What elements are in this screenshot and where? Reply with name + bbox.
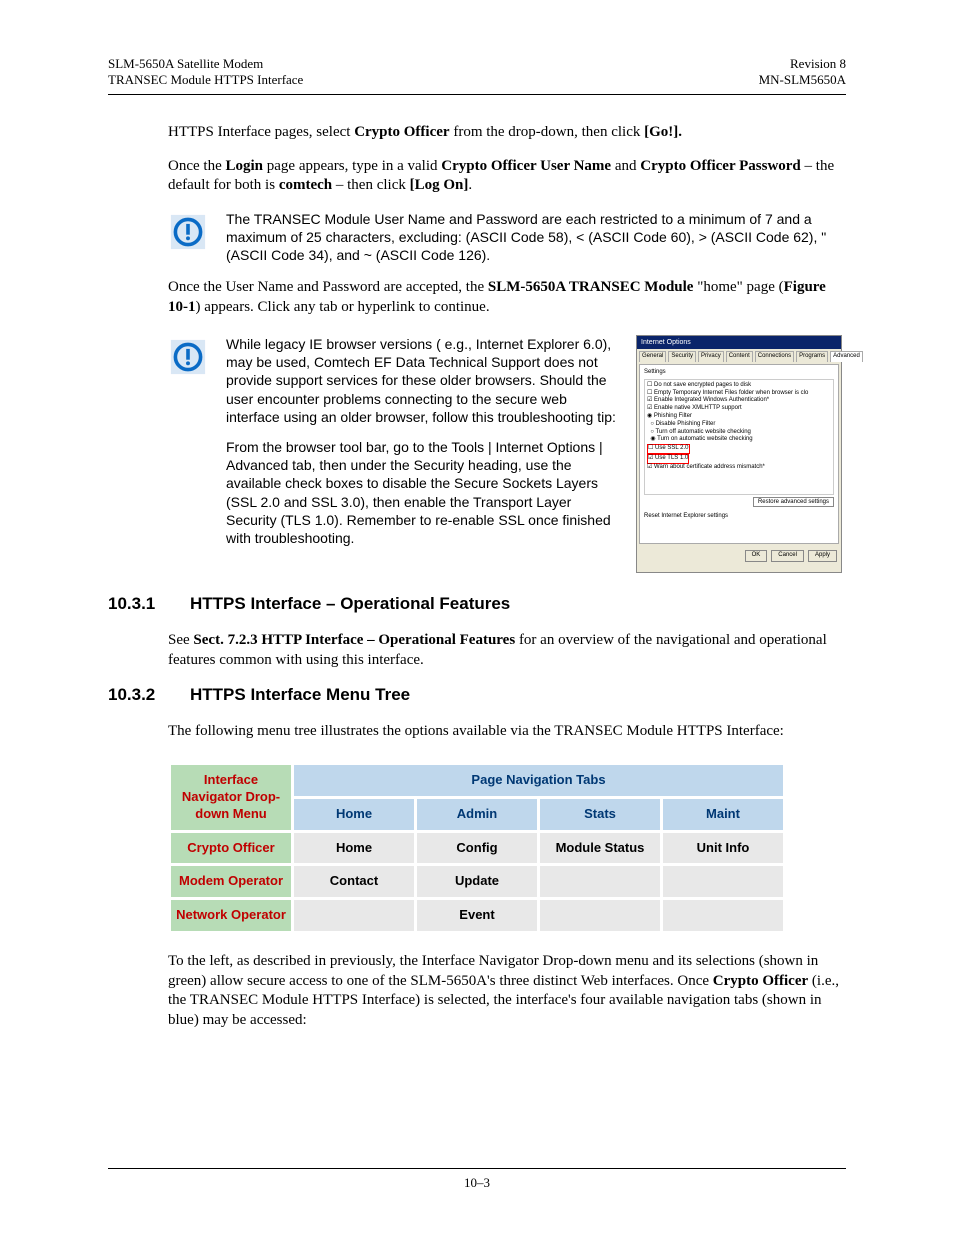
note-2b: From the browser tool bar, go to the Too… <box>226 438 618 547</box>
important-icon <box>168 212 208 252</box>
page-cell <box>293 899 416 933</box>
note-1: The TRANSEC Module User Name and Passwor… <box>168 210 846 265</box>
tab-col: Admin <box>416 797 539 831</box>
nav-item: Network Operator <box>170 899 293 933</box>
dialog-title: Internet Options <box>637 336 841 349</box>
nav-item: Modem Operator <box>170 865 293 899</box>
header-rule <box>108 94 846 95</box>
note-1-text: The TRANSEC Module User Name and Passwor… <box>226 210 846 265</box>
page-cell <box>662 899 785 933</box>
dialog-settings-pane: Settings ☐ Do not save encrypted pages t… <box>639 364 839 544</box>
dialog-tabs: General Security Privacy Content Connect… <box>637 349 841 362</box>
page-cell <box>539 865 662 899</box>
section-10-3-1-body: See Sect. 7.2.3 HTTP Interface – Operati… <box>168 631 846 670</box>
page-number: 10–3 <box>464 1175 490 1190</box>
intro-p2: Once the Login page appears, type in a v… <box>168 157 846 196</box>
section-10-3-2-body: The following menu tree illustrates the … <box>168 722 846 742</box>
page-cell: Update <box>416 865 539 899</box>
page-cell: Module Status <box>539 831 662 865</box>
nav-header: Interface Navigator Drop-down Menu <box>170 763 293 831</box>
page-cell: Home <box>293 831 416 865</box>
page-cell <box>539 899 662 933</box>
internet-options-dialog-thumbnail: Internet Options General Security Privac… <box>636 335 842 573</box>
page-cell: Contact <box>293 865 416 899</box>
note-2-block: While legacy IE browser versions ( e.g.,… <box>168 335 846 573</box>
page-header: SLM-5650A Satellite Modem TRANSEC Module… <box>108 56 846 88</box>
doc-subtitle: TRANSEC Module HTTPS Interface <box>108 72 303 88</box>
page-cell: Unit Info <box>662 831 785 865</box>
doc-title: SLM-5650A Satellite Modem <box>108 56 303 72</box>
page-footer: 10–3 <box>108 1168 846 1191</box>
doc-number: MN-SLM5650A <box>759 72 846 88</box>
important-icon <box>168 337 208 377</box>
section-10-3-2-heading: 10.3.2HTTPS Interface Menu Tree <box>108 684 846 706</box>
tab-col: Maint <box>662 797 785 831</box>
nav-item: Crypto Officer <box>170 831 293 865</box>
intro-p3: Once the User Name and Password are acce… <box>168 278 846 317</box>
menu-tree-table: Interface Navigator Drop-down Menu Page … <box>168 762 786 934</box>
closing-paragraph: To the left, as described in previously,… <box>168 952 846 1030</box>
tabs-header: Page Navigation Tabs <box>293 763 785 797</box>
page-cell <box>662 865 785 899</box>
page-cell: Event <box>416 899 539 933</box>
doc-revision: Revision 8 <box>759 56 846 72</box>
tab-col: Home <box>293 797 416 831</box>
intro-p1: HTTPS Interface pages, select Crypto Off… <box>168 123 846 143</box>
dialog-buttons: OK Cancel Apply <box>637 546 841 566</box>
page-cell: Config <box>416 831 539 865</box>
tab-col: Stats <box>539 797 662 831</box>
section-10-3-1-heading: 10.3.1HTTPS Interface – Operational Feat… <box>108 593 846 615</box>
note-2a: While legacy IE browser versions ( e.g.,… <box>226 335 618 426</box>
